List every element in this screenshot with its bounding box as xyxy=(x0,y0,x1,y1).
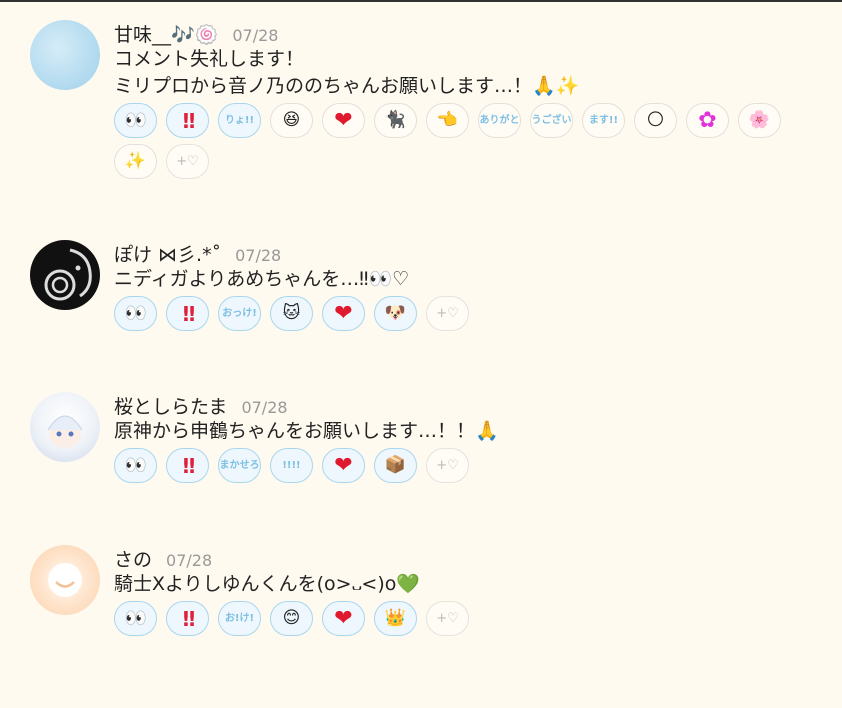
reaction-eyes[interactable]: 👀 xyxy=(114,103,157,138)
add-heart-icon: +♡ xyxy=(436,611,459,626)
comment-date: 07/28 xyxy=(235,246,282,265)
sparkles-icon: ✨ xyxy=(124,151,147,171)
reaction-moon[interactable]: 🌕 xyxy=(634,103,677,138)
avatar-art xyxy=(47,415,83,448)
reaction-heart[interactable]: ❤ xyxy=(322,601,365,636)
double-exclamation-icon: !! xyxy=(181,301,196,326)
add-reaction-button[interactable]: +♡ xyxy=(426,296,469,331)
avatar[interactable] xyxy=(30,392,100,462)
reaction-dog[interactable]: 🐶 xyxy=(374,296,417,331)
reaction-sticker[interactable]: 🌸 xyxy=(738,103,781,138)
reaction-makasero[interactable]: まかせろ xyxy=(218,448,261,483)
reaction-bar: 👀 !! りょ!! 😆 ❤ 🐈‍⬛ 👈 ありがと うござい ます!! 🌕 ✿ 🌸… xyxy=(114,103,826,179)
add-heart-icon: +♡ xyxy=(176,154,199,169)
double-exclamation-icon: !! xyxy=(181,606,196,631)
okke-text-icon: おっけ! xyxy=(222,308,257,319)
heart-icon: ❤ xyxy=(334,300,353,326)
add-reaction-button[interactable]: +♡ xyxy=(426,448,469,483)
add-reaction-button[interactable]: +♡ xyxy=(166,144,209,179)
reaction-flower[interactable]: ✿ xyxy=(686,103,729,138)
double-exclamation-icon: !! xyxy=(181,453,196,478)
comment-text-line: コメント失礼します！ xyxy=(114,48,305,70)
cat-face-icon: 🐱 xyxy=(282,303,301,323)
arigato-text-icon: ありがと xyxy=(479,115,520,126)
reaction-gozai[interactable]: うござい xyxy=(530,103,573,138)
masu-text-icon: ます!! xyxy=(588,115,619,126)
comment-text-line: 騎士Xよりしゆんくんを(o>᎑<)o💚 xyxy=(114,573,421,595)
add-reaction-button[interactable]: +♡ xyxy=(426,601,469,636)
username[interactable]: さの xyxy=(114,545,152,572)
avatar-art xyxy=(48,563,82,597)
black-cat-icon: 🐈‍⬛ xyxy=(384,110,407,130)
username[interactable]: 甘味__🎶🍥 xyxy=(114,20,218,47)
ryo-text-icon: りょ!! xyxy=(224,115,255,126)
comment-date: 07/28 xyxy=(241,398,288,417)
smile-face-icon: 😊 xyxy=(282,608,301,628)
reaction-exclamation[interactable]: !! xyxy=(166,448,209,483)
comment-text-line: ミリプロから音ノ乃ののちゃんお願いします…！🙏✨ xyxy=(114,75,580,97)
comment-date: 07/28 xyxy=(232,26,279,45)
reaction-eyes[interactable]: 👀 xyxy=(114,448,157,483)
reaction-bar: 👀 !! おっけ! 🐱 ❤ 🐶 +♡ xyxy=(114,296,826,331)
reaction-exclamation[interactable]: !! xyxy=(166,296,209,331)
reaction-cat[interactable]: 🐱 xyxy=(270,296,313,331)
reaction-cat[interactable]: 🐈‍⬛ xyxy=(374,103,417,138)
reaction-smile[interactable]: 😊 xyxy=(270,601,313,636)
pointing-hand-icon: 👈 xyxy=(436,110,459,130)
pink-flower-icon: ✿ xyxy=(698,107,717,133)
reaction-bar: 👀 !! まかせろ !!!! ❤ 📦 +♡ xyxy=(114,448,826,483)
heart-icon: ❤ xyxy=(334,605,353,631)
reaction-box[interactable]: 📦 xyxy=(374,448,417,483)
eyes-icon: 👀 xyxy=(124,302,147,324)
avatar[interactable] xyxy=(30,20,100,90)
reaction-eyes[interactable]: 👀 xyxy=(114,296,157,331)
heart-icon: ❤ xyxy=(334,107,353,133)
reaction-okke[interactable]: おっけ! xyxy=(218,296,261,331)
gozai-text-icon: うござい xyxy=(531,115,572,126)
reaction-heart[interactable]: ❤ xyxy=(322,103,365,138)
comment-date: 07/28 xyxy=(166,551,213,570)
heart-icon: ❤ xyxy=(334,452,353,478)
top-border xyxy=(0,0,842,2)
sticker-icon: 🌸 xyxy=(748,110,771,130)
avatar[interactable] xyxy=(30,240,100,310)
crown-character-icon: 👑 xyxy=(384,608,407,628)
avatar[interactable] xyxy=(30,545,100,615)
avatar-art xyxy=(44,248,92,301)
add-heart-icon: +♡ xyxy=(436,458,459,473)
username[interactable]: 桜としらたま xyxy=(114,392,227,419)
reaction-ryo[interactable]: りょ!! xyxy=(218,103,261,138)
eyes-icon: 👀 xyxy=(124,607,147,629)
comment-text-line: 原神から申鶴ちゃんをお願いします…！！🙏 xyxy=(114,420,499,442)
grin-face-icon: 😆 xyxy=(282,110,301,130)
makasero-text-icon: まかせろ xyxy=(219,460,260,471)
moon-icon: 🌕 xyxy=(646,110,665,130)
add-heart-icon: +♡ xyxy=(436,306,459,321)
double-exclamation-icon: !! xyxy=(181,108,196,133)
dog-photo-icon: 🐶 xyxy=(384,303,407,323)
reaction-exclamation[interactable]: !! xyxy=(166,103,209,138)
oke-text-icon: お!け! xyxy=(224,613,255,624)
reaction-oke[interactable]: お!け! xyxy=(218,601,261,636)
exclamations-text-icon: !!!! xyxy=(282,460,301,471)
reaction-heart[interactable]: ❤ xyxy=(322,448,365,483)
comment-text-line: ニディガよりあめちゃんを…‼︎👀♡ xyxy=(114,268,410,290)
reaction-exclamation[interactable]: !! xyxy=(166,601,209,636)
reaction-sparkles[interactable]: ✨ xyxy=(114,144,157,179)
eyes-icon: 👀 xyxy=(124,454,147,476)
box-photo-icon: 📦 xyxy=(384,455,407,475)
eyes-icon: 👀 xyxy=(124,109,147,131)
reaction-masu[interactable]: ます!! xyxy=(582,103,625,138)
reaction-crown[interactable]: 👑 xyxy=(374,601,417,636)
username[interactable]: ぽけ ⋈彡.*˚ xyxy=(114,240,221,267)
reaction-heart[interactable]: ❤ xyxy=(322,296,365,331)
reaction-bar: 👀 !! お!け! 😊 ❤ 👑 +♡ xyxy=(114,601,826,636)
reaction-arigato[interactable]: ありがと xyxy=(478,103,521,138)
reaction-pointing[interactable]: 👈 xyxy=(426,103,469,138)
reaction-exclamations[interactable]: !!!! xyxy=(270,448,313,483)
reaction-grin[interactable]: 😆 xyxy=(270,103,313,138)
reaction-eyes[interactable]: 👀 xyxy=(114,601,157,636)
